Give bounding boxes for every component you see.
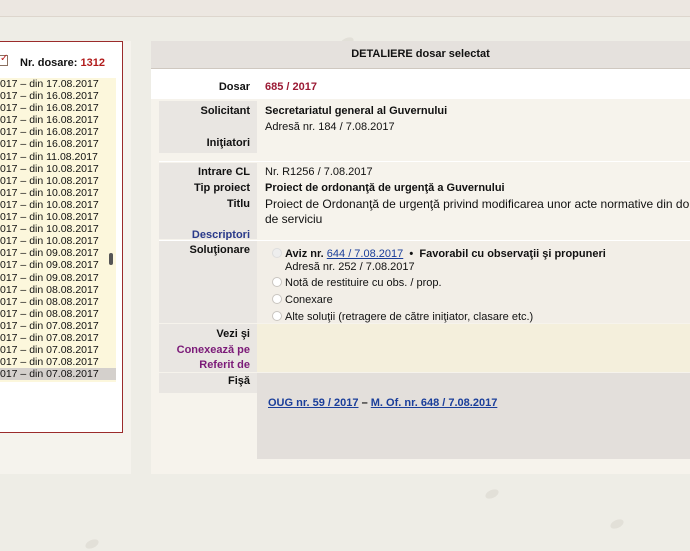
solicitant-adresa: Adresă nr. 184 / 7.08.2017	[265, 121, 395, 133]
list-item[interactable]: 017 – din 07.08.2017	[0, 320, 116, 332]
titlu-line-2: de serviciu	[265, 212, 323, 226]
dosare-list-panel: ✓ Nr. dosare: 1312 017 – din 17.08.2017 0…	[0, 41, 123, 433]
intrare-value: Nr. R1256 / 7.08.2017	[265, 166, 373, 178]
list-item[interactable]: 017 – din 16.08.2017	[0, 126, 116, 138]
oug-link[interactable]: OUG nr. 59 / 2017	[268, 397, 359, 409]
dosare-count: 1312	[80, 57, 106, 69]
label-titlu: Titlu	[226, 198, 250, 210]
dosare-label-text: Nr. dosare:	[20, 57, 78, 69]
list-item[interactable]: 017 – din 16.08.2017	[0, 90, 116, 102]
list-item[interactable]: 017 – din 11.08.2017	[0, 151, 116, 163]
decor-petal	[608, 517, 626, 531]
fisa-links: OUG nr. 59 / 2017 – M. Of. nr. 648 / 7.0…	[268, 397, 497, 409]
label-initiatori: Iniţiatori	[206, 137, 250, 149]
top-divider	[0, 16, 690, 17]
label-solicitant: Solicitant	[200, 105, 250, 117]
list-item[interactable]: 017 – din 10.08.2017	[0, 187, 116, 199]
solicitant-value: Secretariatul general al Guvernului	[265, 105, 448, 117]
aviz-radio[interactable]	[272, 248, 282, 258]
list-item[interactable]: 017 – din 09.08.2017	[0, 247, 116, 259]
detail-title: DETALIERE dosar selectat	[151, 41, 690, 69]
aviz-line: Aviz nr. 644 / 7.08.2017 • Favorabil cu …	[285, 248, 606, 260]
list-item[interactable]: 017 – din 07.08.2017	[0, 368, 116, 381]
list-item[interactable]: 017 – din 09.08.2017	[0, 272, 116, 284]
fisa-dash: –	[361, 397, 368, 409]
dosar-number: 685 / 2017	[265, 81, 317, 93]
vezi-si-bg	[257, 324, 690, 372]
aviz-separator: •	[409, 248, 414, 260]
aviz-result: Favorabil cu observaţii şi propuneri	[419, 248, 606, 260]
list-item[interactable]: 017 – din 07.08.2017	[0, 344, 116, 356]
list-item[interactable]: 017 – din 10.08.2017	[0, 211, 116, 223]
dosare-count-label: Nr. dosare: 1312	[20, 57, 105, 69]
alte-solutii-radio[interactable]	[272, 311, 282, 321]
nota-radio[interactable]	[272, 277, 282, 287]
list-item[interactable]: 017 – din 07.08.2017	[0, 356, 116, 368]
list-item[interactable]: 017 – din 07.08.2017	[0, 332, 116, 344]
list-item[interactable]: 017 – din 10.08.2017	[0, 235, 116, 247]
list-item[interactable]: 017 – din 10.08.2017	[0, 163, 116, 175]
label-vezi-si: Vezi şi	[216, 328, 250, 340]
conexare-option[interactable]: Conexare	[285, 294, 333, 306]
list-scrollbar-thumb[interactable]	[109, 253, 113, 265]
alte-solutii-option[interactable]: Alte soluţii (retragere de către iniţiat…	[285, 311, 533, 323]
tip-proiect-value: Proiect de ordonanţă de urgenţă a Guvern…	[265, 182, 505, 194]
list-item[interactable]: 017 – din 16.08.2017	[0, 138, 116, 150]
detail-panel: DETALIERE dosar selectat Dosar 685 / 201…	[151, 41, 690, 474]
dosare-list[interactable]: 017 – din 17.08.2017 017 – din 16.08.2017…	[0, 78, 116, 382]
select-checkbox[interactable]: ✓	[0, 53, 9, 66]
dosare-header: ✓ Nr. dosare: 1312	[0, 50, 122, 70]
list-item[interactable]: 017 – din 10.08.2017	[0, 223, 116, 235]
label-dosar: Dosar	[218, 81, 250, 93]
nota-option[interactable]: Notă de restituire cu obs. / prop.	[285, 277, 442, 289]
decor-petal	[83, 537, 101, 551]
list-item[interactable]: 017 – din 08.08.2017	[0, 296, 116, 308]
label-solutionare: Soluţionare	[189, 244, 250, 256]
decor-petal	[483, 487, 501, 501]
label-tip-proiect: Tip proiect	[193, 182, 250, 194]
list-item[interactable]: 017 – din 17.08.2017	[0, 78, 116, 90]
label-referit-de: Referit de	[199, 359, 250, 371]
titlu-line-1: Proiect de Ordonanţă de urgenţă privind …	[265, 197, 690, 211]
list-item[interactable]: 017 – din 08.08.2017	[0, 284, 116, 296]
label-conexeaza-pe: Conexează pe	[176, 344, 250, 356]
list-item[interactable]: 017 – din 16.08.2017	[0, 114, 116, 126]
aviz-link[interactable]: 644 / 7.08.2017	[327, 248, 403, 260]
fisa-bg	[257, 373, 690, 459]
check-icon: ✓	[0, 53, 9, 64]
row-separator	[159, 161, 690, 162]
list-item[interactable]: 017 – din 16.08.2017	[0, 102, 116, 114]
label-intrare: Intrare CL	[198, 166, 250, 178]
list-item[interactable]: 017 – din 10.08.2017	[0, 199, 116, 211]
label-fisa: Fişă	[227, 375, 250, 387]
list-item[interactable]: 017 – din 09.08.2017	[0, 259, 116, 271]
list-item[interactable]: 017 – din 08.08.2017	[0, 308, 116, 320]
monitorul-oficial-link[interactable]: M. Of. nr. 648 / 7.08.2017	[371, 397, 498, 409]
conexare-radio[interactable]	[272, 294, 282, 304]
list-item[interactable]: 017 – din 10.08.2017	[0, 175, 116, 187]
top-band	[0, 0, 690, 16]
aviz-adresa: Adresă nr. 252 / 7.08.2017	[285, 261, 415, 273]
aviz-prefix: Aviz nr.	[285, 248, 324, 260]
